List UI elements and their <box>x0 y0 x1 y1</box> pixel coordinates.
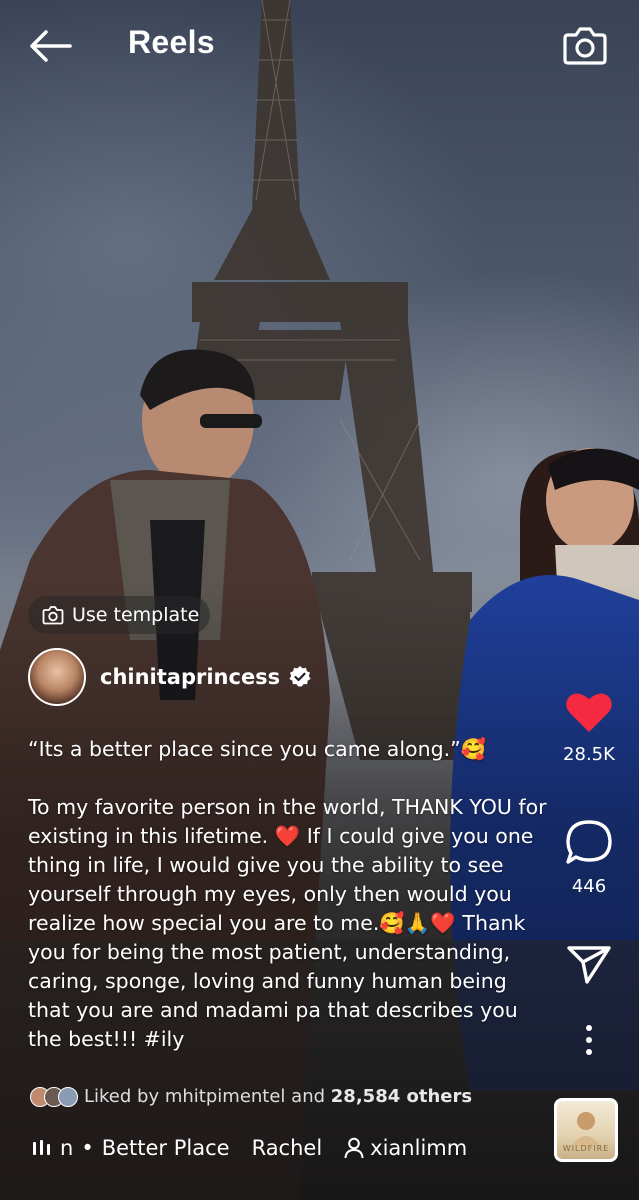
liked-by-others[interactable]: 28,584 others <box>331 1086 472 1107</box>
heart-icon[interactable] <box>564 690 614 734</box>
use-template-button[interactable]: Use template <box>28 596 210 634</box>
avatar[interactable] <box>28 648 86 706</box>
verified-badge-icon <box>289 666 311 687</box>
like-action[interactable]: 28.5K <box>539 690 639 765</box>
liker-avatars <box>30 1086 78 1107</box>
reel-caption[interactable]: “Its a better place since you came along… <box>28 735 548 1054</box>
use-template-label: Use template <box>72 604 200 626</box>
comment-action[interactable]: 446 <box>539 818 639 897</box>
liked-by-user[interactable]: mhitpimentel <box>165 1086 286 1107</box>
artist-name[interactable]: Rachel <box>252 1136 323 1160</box>
audio-bars-icon <box>33 1140 50 1155</box>
comment-count: 446 <box>571 876 607 897</box>
username[interactable]: chinitaprincess <box>100 665 280 689</box>
more-vertical-icon[interactable] <box>584 1024 594 1056</box>
audio-album-art[interactable]: WILDFIRE <box>554 1098 618 1162</box>
audio-bar[interactable]: n • Better Place Rachel xianlimm <box>32 1136 467 1160</box>
person-icon <box>344 1137 364 1159</box>
share-action[interactable] <box>539 942 639 990</box>
liked-by[interactable]: Liked by mhitpimentel and 28,584 others <box>30 1086 472 1107</box>
top-bar: Reels <box>0 0 639 92</box>
caption-body: To my favorite person in the world, THAN… <box>28 795 547 1051</box>
separator-dot: • <box>81 1136 94 1160</box>
tagged-user[interactable]: xianlimm <box>370 1136 467 1160</box>
reel-author[interactable]: chinitaprincess <box>28 648 312 706</box>
album-art-text: WILDFIRE <box>562 1144 610 1153</box>
liked-by-prefix: Liked by <box>84 1086 160 1107</box>
liked-by-and: and <box>291 1086 326 1107</box>
send-icon[interactable] <box>565 942 613 986</box>
page-title: Reels <box>128 24 215 60</box>
comment-icon[interactable] <box>564 818 614 866</box>
back-arrow-icon[interactable] <box>28 28 72 64</box>
song-title[interactable]: Better Place <box>102 1136 230 1160</box>
audio-prefix: n <box>60 1136 74 1160</box>
like-count: 28.5K <box>563 744 615 765</box>
avatar <box>58 1086 78 1107</box>
more-options-button[interactable] <box>539 1024 639 1060</box>
camera-icon[interactable] <box>562 24 608 66</box>
camera-icon <box>42 606 64 625</box>
caption-quote: “Its a better place since you came along… <box>28 737 487 761</box>
